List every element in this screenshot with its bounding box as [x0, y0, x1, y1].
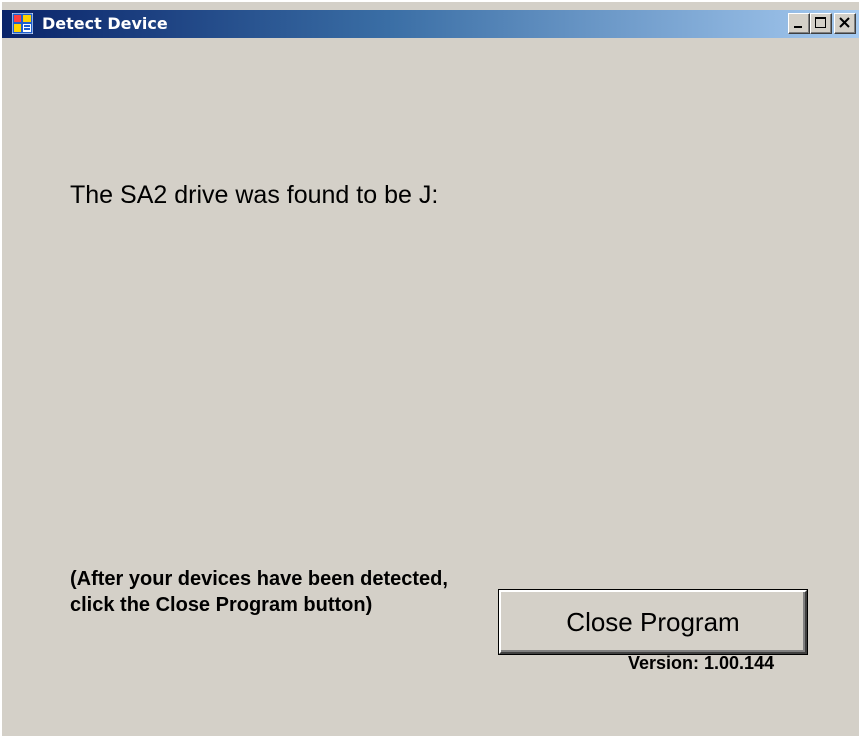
drive-found-message: The SA2 drive was found to be J: — [70, 181, 439, 209]
minimize-icon — [794, 26, 802, 28]
maximize-icon — [815, 17, 826, 28]
close-icon — [839, 17, 850, 28]
app-icon[interactable] — [11, 12, 34, 35]
window-title: Detect Device — [42, 14, 168, 33]
close-window-button[interactable] — [834, 13, 856, 34]
instruction-hint: (After your devices have been detected, … — [70, 568, 448, 616]
caption-buttons — [788, 13, 856, 35]
close-program-button[interactable]: Close Program — [499, 590, 807, 654]
title-bar[interactable]: Detect Device — [2, 10, 859, 38]
detect-device-window: Detect Device The SA2 drive was found to… — [0, 0, 859, 736]
version-label: Version: 1.00.144 — [628, 653, 775, 673]
minimize-button[interactable] — [788, 13, 810, 34]
maximize-button[interactable] — [810, 13, 832, 34]
